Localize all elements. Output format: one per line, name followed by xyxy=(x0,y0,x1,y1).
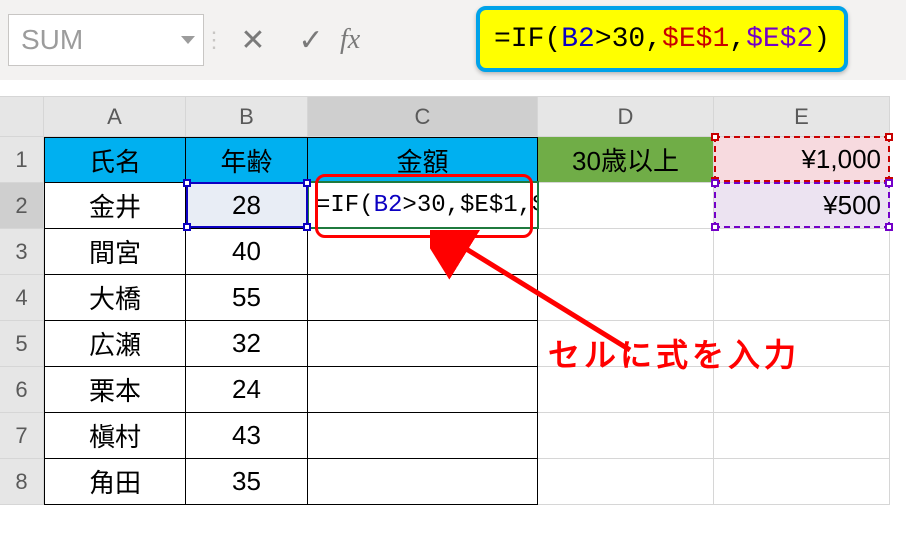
cell-d2[interactable] xyxy=(538,183,714,229)
cell-e2[interactable]: ¥500 xyxy=(714,183,890,229)
cell-a6[interactable]: 栗本 xyxy=(44,367,186,413)
spreadsheet-grid[interactable]: A B C D E 1 氏名 年齢 金額 30歳以上 ¥1,000 2 金井 2… xyxy=(0,96,890,505)
cell-e7[interactable] xyxy=(714,413,890,459)
chevron-down-icon[interactable] xyxy=(181,36,195,44)
cell-c2[interactable]: =IF(B2>30,$E$1,$E$2) xyxy=(308,183,538,229)
cell-d8[interactable] xyxy=(538,459,714,505)
cell-a2[interactable]: 金井 xyxy=(44,183,186,229)
cell-b3[interactable]: 40 xyxy=(186,229,308,275)
cell-b7[interactable]: 43 xyxy=(186,413,308,459)
row-header-3[interactable]: 3 xyxy=(0,229,44,275)
formula-bar-input[interactable]: =IF(B2>30,$E$1,$E$2) xyxy=(476,6,848,72)
cell-b1[interactable]: 年齢 xyxy=(186,137,308,183)
cell-b8[interactable]: 35 xyxy=(186,459,308,505)
column-header-row: A B C D E xyxy=(0,97,890,137)
cell-c3[interactable] xyxy=(308,229,538,275)
row-4: 4 大橋 55 xyxy=(0,275,890,321)
check-icon: ✓ xyxy=(298,23,323,58)
cell-e1[interactable]: ¥1,000 xyxy=(714,137,890,183)
cell-c7[interactable] xyxy=(308,413,538,459)
cell-d1[interactable]: 30歳以上 xyxy=(538,137,714,183)
cell-a7[interactable]: 槇村 xyxy=(44,413,186,459)
cell-a8[interactable]: 角田 xyxy=(44,459,186,505)
row-2: 2 金井 28 =IF(B2>30,$E$1,$E$2) ¥500 xyxy=(0,183,890,229)
cell-d4[interactable] xyxy=(538,275,714,321)
row-8: 8 角田 35 xyxy=(0,459,890,505)
row-header-5[interactable]: 5 xyxy=(0,321,44,367)
cell-c5[interactable] xyxy=(308,321,538,367)
cell-a3[interactable]: 間宮 xyxy=(44,229,186,275)
cell-c1[interactable]: 金額 xyxy=(308,137,538,183)
annotation-text: セルに式を入力 xyxy=(548,330,800,376)
row-header-8[interactable]: 8 xyxy=(0,459,44,505)
col-header-a[interactable]: A xyxy=(44,97,186,137)
row-3: 3 間宮 40 xyxy=(0,229,890,275)
cell-a4[interactable]: 大橋 xyxy=(44,275,186,321)
cell-a5[interactable]: 広瀬 xyxy=(44,321,186,367)
col-header-b[interactable]: B xyxy=(186,97,308,137)
col-header-d[interactable]: D xyxy=(538,97,714,137)
cell-c8[interactable] xyxy=(308,459,538,505)
cell-d7[interactable] xyxy=(538,413,714,459)
cell-e8[interactable] xyxy=(714,459,890,505)
cell-b6[interactable]: 24 xyxy=(186,367,308,413)
row-7: 7 槇村 43 xyxy=(0,413,890,459)
row-header-6[interactable]: 6 xyxy=(0,367,44,413)
row-header-2[interactable]: 2 xyxy=(0,183,44,229)
enter-button[interactable]: ✓ xyxy=(282,14,340,66)
separator-icon: ⋮ xyxy=(204,14,224,66)
row-header-4[interactable]: 4 xyxy=(0,275,44,321)
fx-label[interactable]: fx xyxy=(340,24,370,56)
cell-b2[interactable]: 28 xyxy=(186,183,308,229)
cancel-button[interactable]: ✕ xyxy=(224,14,282,66)
cell-d3[interactable] xyxy=(538,229,714,275)
col-header-c[interactable]: C xyxy=(308,97,538,137)
select-all-corner[interactable] xyxy=(0,97,44,137)
name-box[interactable]: SUM xyxy=(8,14,204,66)
row-header-7[interactable]: 7 xyxy=(0,413,44,459)
cell-c4[interactable] xyxy=(308,275,538,321)
cell-b5[interactable]: 32 xyxy=(186,321,308,367)
cell-a1[interactable]: 氏名 xyxy=(44,137,186,183)
cell-e3[interactable] xyxy=(714,229,890,275)
cell-b4[interactable]: 55 xyxy=(186,275,308,321)
x-icon: ✕ xyxy=(240,23,265,58)
col-header-e[interactable]: E xyxy=(714,97,890,137)
row-1: 1 氏名 年齢 金額 30歳以上 ¥1,000 xyxy=(0,137,890,183)
cell-e4[interactable] xyxy=(714,275,890,321)
row-header-1[interactable]: 1 xyxy=(0,137,44,183)
name-box-value: SUM xyxy=(21,24,83,56)
cell-c6[interactable] xyxy=(308,367,538,413)
